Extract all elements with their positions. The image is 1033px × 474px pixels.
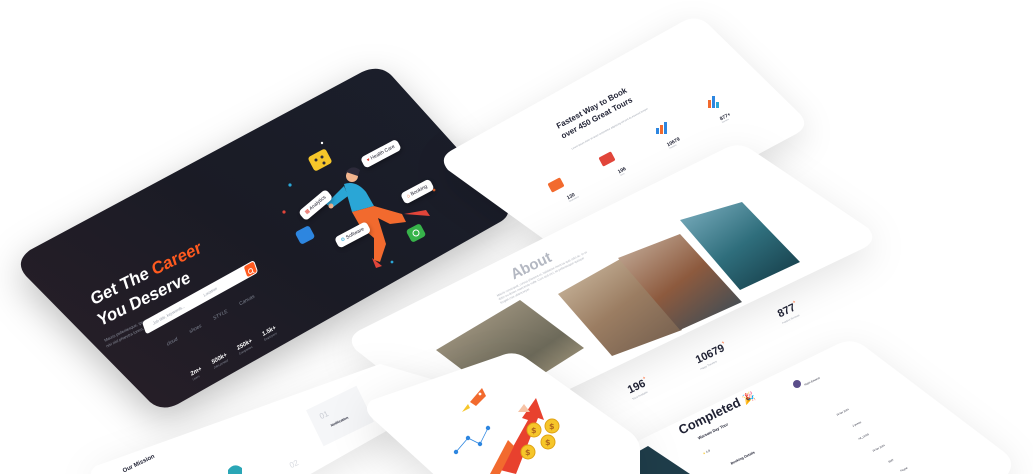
svg-text:$: $	[531, 426, 537, 435]
svg-text:$: $	[545, 438, 551, 447]
showcase-scene: Get The Career You Deserve Mauris pellen…	[0, 0, 1033, 474]
svg-text:$: $	[525, 448, 531, 457]
svg-text:$: $	[549, 422, 555, 431]
growth-card: $ $ $ $	[0, 0, 1033, 474]
growth-card-shape: $ $ $ $	[367, 353, 640, 474]
